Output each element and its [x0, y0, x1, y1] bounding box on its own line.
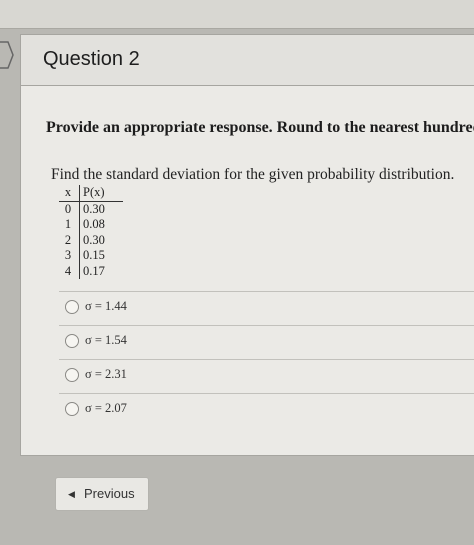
cell-p: 0.30: [83, 232, 105, 247]
column-header-p: P(x): [83, 185, 105, 199]
option-label: σ = 2.31: [85, 367, 127, 381]
radio-button[interactable]: [65, 402, 79, 416]
answer-options: σ = 1.44 σ = 1.54 σ = 2.31 σ = 2.07: [59, 291, 474, 427]
cell-p: 0.15: [83, 248, 105, 262]
probability-distribution-table: x P(x) 0 0.30 1 0.08 2 0.30 3 0.15 4 0.1…: [59, 185, 123, 279]
cell-x: 1: [59, 217, 80, 233]
answer-option-3[interactable]: σ = 2.31: [59, 359, 474, 393]
table-row: 1 0.08: [59, 217, 123, 233]
top-strip: [0, 0, 474, 29]
question-instruction: Provide an appropriate response. Round t…: [46, 119, 474, 136]
previous-button[interactable]: ◀ Previous: [55, 477, 149, 511]
cell-x: 4: [59, 263, 80, 279]
question-header: Question 2: [21, 35, 474, 86]
chevron-left-icon: ◀: [68, 489, 75, 499]
option-label: σ = 1.44: [85, 299, 127, 313]
cell-p: 0.17: [83, 263, 105, 278]
question-title: Question 2: [43, 48, 140, 70]
radio-button[interactable]: [65, 300, 79, 314]
distribution-header-row: x P(x): [59, 185, 123, 202]
cell-x: 3: [59, 248, 80, 264]
previous-label: Previous: [84, 486, 135, 501]
table-row: 3 0.15: [59, 248, 123, 264]
cell-x: 2: [59, 232, 80, 248]
answer-option-2[interactable]: σ = 1.54: [59, 325, 474, 359]
option-label: σ = 1.54: [85, 333, 127, 347]
option-label: σ = 2.07: [85, 401, 127, 415]
cell-p: 0.30: [83, 201, 105, 216]
table-row: 4 0.17: [59, 263, 123, 279]
cell-p: 0.08: [83, 217, 105, 231]
radio-button[interactable]: [65, 368, 79, 382]
radio-button[interactable]: [65, 334, 79, 348]
answer-option-4[interactable]: σ = 2.07: [59, 393, 474, 427]
question-prompt: Find the standard deviation for the give…: [51, 166, 455, 183]
chevron-right-icon[interactable]: [0, 40, 14, 70]
column-header-x: x: [59, 185, 80, 201]
question-card: Question 2 Provide an appropriate respon…: [20, 34, 474, 456]
cell-x: 0: [59, 201, 80, 217]
answer-option-1[interactable]: σ = 1.44: [59, 291, 474, 325]
question-body: Provide an appropriate response. Round t…: [21, 86, 474, 455]
table-row: 0 0.30: [59, 201, 123, 217]
table-row: 2 0.30: [59, 232, 123, 248]
